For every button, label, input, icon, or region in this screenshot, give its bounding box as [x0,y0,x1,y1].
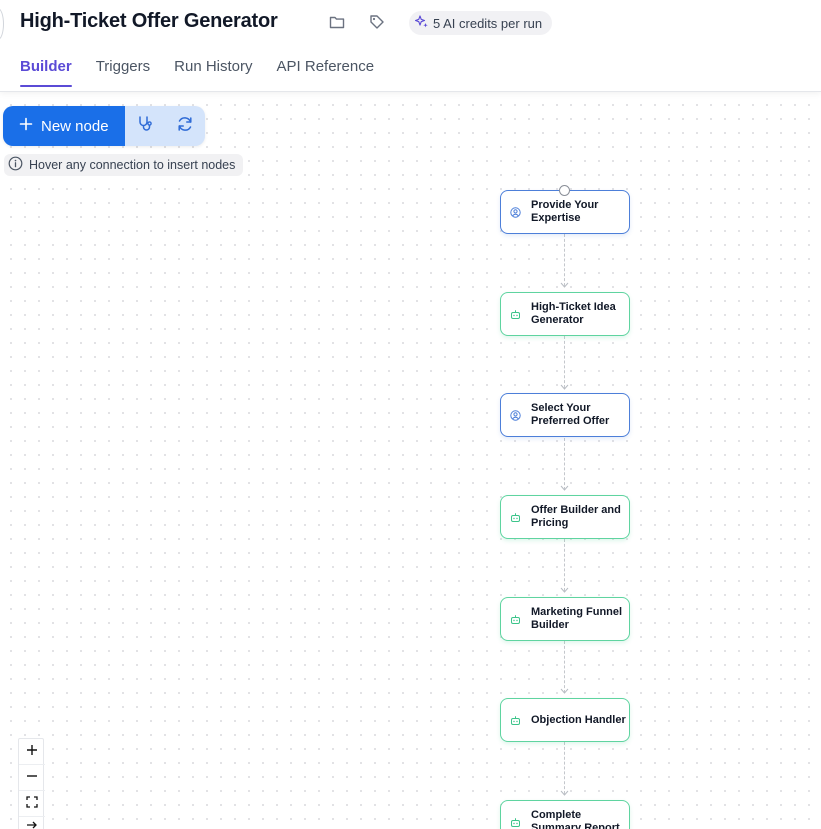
zoom-in-button[interactable] [19,739,45,765]
sidebar-edge [0,8,4,40]
robot-icon [509,613,521,625]
folder-icon[interactable] [328,13,346,31]
user-circle-icon [509,206,521,218]
sparkles-icon [414,14,429,32]
connection-edge[interactable] [564,742,565,794]
connection-edge[interactable] [564,641,565,693]
connection-edge[interactable] [564,234,565,286]
new-node-button[interactable]: New node [3,106,125,146]
connection-edge[interactable] [564,539,565,591]
tab-run-history[interactable]: Run History [174,58,252,85]
zoom-out-icon [26,769,38,787]
credits-badge: 5 AI credits per run [409,11,553,35]
arrow-head-icon [560,384,569,390]
flow-canvas[interactable]: New node Hover any connection to insert … [0,92,821,829]
canvas-toolbar: New node [3,106,205,146]
robot-icon [509,714,521,726]
new-node-label: New node [41,117,109,135]
node-label: Marketing Funnel Builder [531,606,623,631]
zoom-controls [18,738,45,829]
flow-node-idea-generator[interactable]: High-Ticket Idea Generator [500,292,630,336]
arrow-right-icon [26,818,38,829]
tab-bar: Builder Triggers Run History API Referen… [20,58,375,87]
node-label: Select Your Preferred Offer [531,402,610,427]
connection-edge[interactable] [564,336,565,388]
robot-icon [509,511,521,523]
app-header: High-Ticket Offer Generator 5 AI credits… [0,0,821,92]
user-circle-icon [509,409,521,421]
page-title: High-Ticket Offer Generator [20,10,278,32]
tab-builder[interactable]: Builder [20,58,72,87]
info-icon [8,156,23,174]
stethoscope-icon [136,115,154,138]
flow-node-marketing-funnel[interactable]: Marketing Funnel Builder [500,597,630,641]
next-button[interactable] [19,817,45,829]
zoom-out-button[interactable] [19,765,45,791]
flow-node-provide-expertise[interactable]: Provide Your Expertise [500,190,630,234]
tab-triggers[interactable]: Triggers [96,58,150,85]
arrow-head-icon [560,688,569,694]
zoom-in-icon [26,743,38,761]
refresh-icon [176,115,194,138]
flow-node-objection-handler[interactable]: Objection Handler [500,698,630,742]
robot-icon [509,816,521,828]
flow-node-summary-report[interactable]: Complete Summary Report [500,800,630,829]
hint-banner: Hover any connection to insert nodes [4,154,244,176]
flow-node-select-offer[interactable]: Select Your Preferred Offer [500,393,630,437]
arrow-head-icon [560,790,569,796]
flow-node-offer-builder[interactable]: Offer Builder and Pricing [500,495,630,539]
node-label: Provide Your Expertise [531,199,599,224]
hint-text: Hover any connection to insert nodes [29,158,236,172]
credits-label: 5 AI credits per run [433,15,543,31]
connection-edge[interactable] [564,438,565,490]
arrow-head-icon [560,587,569,593]
plus-icon [19,117,33,135]
fit-view-button[interactable] [19,791,45,817]
fit-view-icon [26,795,38,813]
diagnose-button[interactable] [125,106,165,146]
node-input-handle[interactable] [559,185,570,196]
node-label: Complete Summary Report [531,809,620,829]
node-label: Offer Builder and Pricing [531,504,621,529]
arrow-head-icon [560,282,569,288]
tag-icon[interactable] [368,13,386,31]
node-label: Objection Handler [531,713,626,726]
refresh-button[interactable] [165,106,205,146]
robot-icon [509,308,521,320]
tab-api-reference[interactable]: API Reference [277,58,375,85]
node-label: High-Ticket Idea Generator [531,301,616,326]
arrow-head-icon [560,485,569,491]
